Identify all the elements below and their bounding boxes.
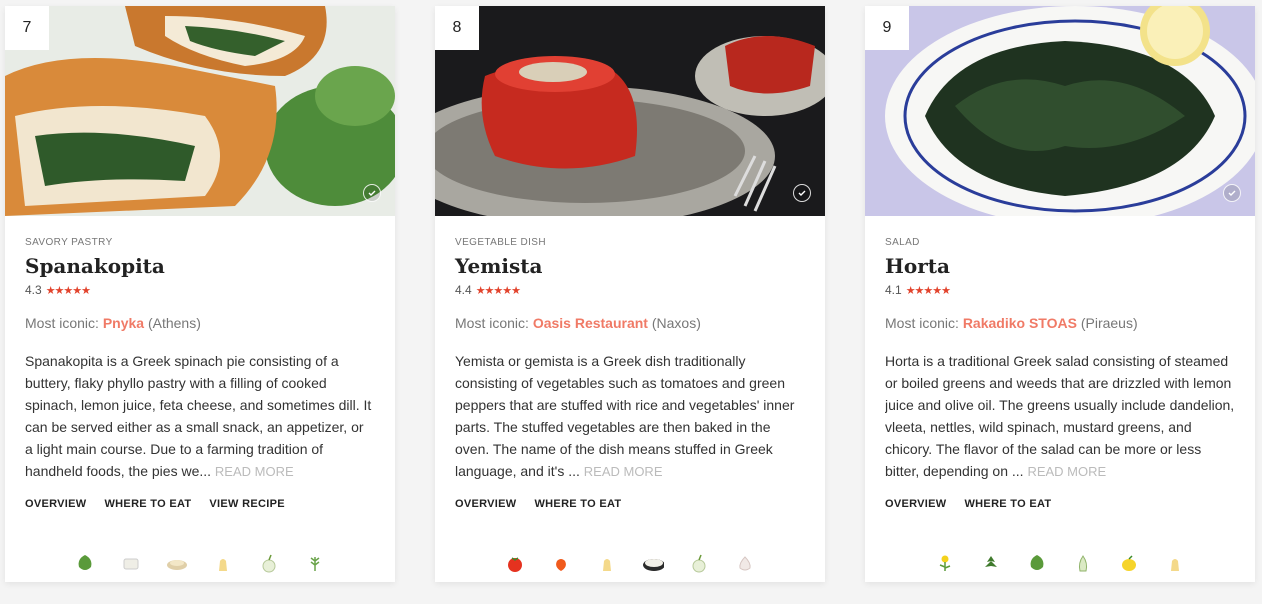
read-more-link[interactable]: READ MORE (584, 464, 663, 479)
yemista-image (435, 6, 825, 216)
dish-description: Spanakopita is a Greek spinach pie consi… (25, 350, 375, 482)
dandelion-icon[interactable] (934, 552, 956, 574)
dish-rating: 4.3 ★★★★★ (25, 283, 375, 297)
dish-photo[interactable]: 8 (435, 6, 825, 216)
dish-links: OVERVIEW WHERE TO EAT (885, 498, 1235, 510)
rating-value: 4.1 (885, 283, 902, 297)
iconic-place-city: (Athens) (147, 315, 201, 331)
description-text: Horta is a traditional Greek salad consi… (885, 353, 1235, 479)
iconic-place-link[interactable]: Oasis Restaurant (533, 315, 648, 331)
view-recipe-link[interactable]: VIEW RECIPE (209, 498, 284, 510)
where-to-eat-link[interactable]: WHERE TO EAT (535, 498, 622, 510)
olive-oil-icon[interactable] (596, 552, 618, 574)
rank-badge: 9 (865, 6, 909, 50)
dish-links: OVERVIEW WHERE TO EAT (455, 498, 805, 510)
dish-category: SALAD (885, 237, 920, 248)
dish-photo[interactable]: 7 (5, 6, 395, 216)
dish-links: OVERVIEW WHERE TO EAT VIEW RECIPE (25, 498, 375, 510)
dish-title[interactable]: Yemista (455, 254, 805, 278)
dish-category: VEGETABLE DISH (455, 237, 546, 248)
dish-category: SAVORY PASTRY (25, 237, 113, 248)
flour-icon[interactable] (166, 552, 188, 574)
spinach-icon[interactable] (1026, 552, 1048, 574)
rice-icon[interactable] (642, 552, 664, 574)
dish-card-horta[interactable]: 9 SALAD Horta 4.1 ★★★★★ Most iconic: Rak… (865, 6, 1255, 582)
nettle-icon[interactable] (980, 552, 1002, 574)
rating-stars-icon: ★★★★★ (475, 284, 521, 297)
horta-image (865, 6, 1255, 216)
spinach-icon[interactable] (74, 552, 96, 574)
rating-value: 4.3 (25, 283, 42, 297)
butter-icon[interactable] (212, 552, 234, 574)
read-more-link[interactable]: READ MORE (215, 464, 294, 479)
chicory-icon[interactable] (1072, 552, 1094, 574)
most-iconic-label: Most iconic: (885, 315, 959, 331)
pepper-icon[interactable] (550, 552, 572, 574)
garlic-icon[interactable] (734, 552, 756, 574)
dish-rating: 4.1 ★★★★★ (885, 283, 1235, 297)
check-icon[interactable] (1223, 184, 1241, 202)
most-iconic: Most iconic: Pnyka (Athens) (25, 315, 375, 331)
most-iconic: Most iconic: Rakadiko STOAS (Piraeus) (885, 315, 1235, 331)
iconic-place-link[interactable]: Rakadiko STOAS (963, 315, 1077, 331)
rating-stars-icon: ★★★★★ (905, 284, 951, 297)
iconic-place-link[interactable]: Pnyka (103, 315, 144, 331)
overview-link[interactable]: OVERVIEW (25, 498, 87, 510)
onion-icon[interactable] (688, 552, 710, 574)
dill-icon[interactable] (304, 552, 326, 574)
dish-title[interactable]: Spanakopita (25, 254, 375, 278)
check-icon[interactable] (363, 184, 381, 202)
where-to-eat-link[interactable]: WHERE TO EAT (965, 498, 1052, 510)
dish-photo[interactable]: 9 (865, 6, 1255, 216)
description-text: Spanakopita is a Greek spinach pie consi… (25, 353, 372, 479)
dish-description: Yemista or gemista is a Greek dish tradi… (455, 350, 805, 482)
rating-stars-icon: ★★★★★ (45, 284, 91, 297)
rank-badge: 8 (435, 6, 479, 50)
read-more-link[interactable]: READ MORE (1027, 464, 1106, 479)
onion-icon[interactable] (258, 552, 280, 574)
description-text: Yemista or gemista is a Greek dish tradi… (455, 353, 795, 479)
rank-badge: 7 (5, 6, 49, 50)
dish-title[interactable]: Horta (885, 254, 1235, 278)
tomato-icon[interactable] (504, 552, 526, 574)
rating-value: 4.4 (455, 283, 472, 297)
dish-grid: 7 SAVORY PASTRY Spanakopita 4.3 ★★★★★ Mo… (0, 0, 1262, 604)
spanakopita-image (5, 6, 395, 216)
overview-link[interactable]: OVERVIEW (885, 498, 947, 510)
lemon-icon[interactable] (1118, 552, 1140, 574)
most-iconic-label: Most iconic: (25, 315, 99, 331)
feta-icon[interactable] (120, 552, 142, 574)
dish-card-spanakopita[interactable]: 7 SAVORY PASTRY Spanakopita 4.3 ★★★★★ Mo… (5, 6, 395, 582)
iconic-place-city: (Naxos) (651, 315, 701, 331)
overview-link[interactable]: OVERVIEW (455, 498, 517, 510)
ingredient-icons (865, 552, 1255, 574)
where-to-eat-link[interactable]: WHERE TO EAT (105, 498, 192, 510)
check-icon[interactable] (793, 184, 811, 202)
most-iconic-label: Most iconic: (455, 315, 529, 331)
ingredient-icons (435, 552, 825, 574)
olive-oil-icon[interactable] (1164, 552, 1186, 574)
ingredient-icons (5, 552, 395, 574)
dish-rating: 4.4 ★★★★★ (455, 283, 805, 297)
dish-description: Horta is a traditional Greek salad consi… (885, 350, 1235, 482)
dish-card-yemista[interactable]: 8 VEGETABLE DISH Yemista 4.4 ★★★★★ Most … (435, 6, 825, 582)
most-iconic: Most iconic: Oasis Restaurant (Naxos) (455, 315, 805, 331)
iconic-place-city: (Piraeus) (1080, 315, 1138, 331)
